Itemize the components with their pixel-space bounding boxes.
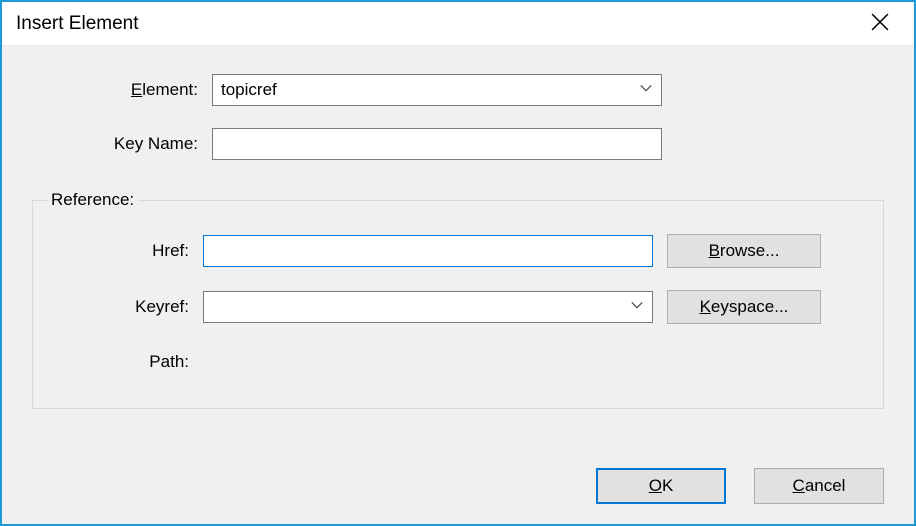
ok-button[interactable]: OK bbox=[596, 468, 726, 504]
titlebar: Insert Element bbox=[2, 2, 914, 46]
href-row: Href: Browse... bbox=[43, 234, 863, 268]
keyref-label: Keyref: bbox=[43, 297, 203, 317]
keyref-combo[interactable] bbox=[203, 291, 653, 323]
browse-button[interactable]: Browse... bbox=[667, 234, 821, 268]
keyref-row: Keyref: Keyspace... bbox=[43, 290, 863, 324]
path-value bbox=[203, 346, 653, 378]
reference-legend: Reference: bbox=[47, 190, 138, 210]
cancel-button[interactable]: Cancel bbox=[754, 468, 884, 504]
keyname-row: Key Name: bbox=[32, 128, 884, 160]
href-input[interactable] bbox=[203, 235, 653, 267]
keyname-input[interactable] bbox=[212, 128, 662, 160]
reference-group: Reference: Href: Browse... Keyref: Keysp… bbox=[32, 190, 884, 409]
keyspace-button[interactable]: Keyspace... bbox=[667, 290, 821, 324]
path-row: Path: bbox=[43, 346, 863, 378]
chevron-down-icon bbox=[639, 80, 653, 100]
close-button[interactable] bbox=[860, 4, 900, 44]
close-icon bbox=[871, 13, 889, 35]
path-label: Path: bbox=[43, 352, 203, 372]
chevron-down-icon bbox=[630, 297, 644, 317]
dialog-window: Insert Element Element: topicref Key Nam… bbox=[0, 0, 916, 526]
element-row: Element: topicref bbox=[32, 74, 884, 106]
href-label: Href: bbox=[43, 241, 203, 261]
dialog-button-row: OK Cancel bbox=[32, 444, 884, 504]
element-label: Element: bbox=[32, 80, 212, 100]
dialog-content: Element: topicref Key Name: Reference: H… bbox=[2, 46, 914, 524]
keyname-label: Key Name: bbox=[32, 134, 212, 154]
dialog-title: Insert Element bbox=[16, 13, 139, 35]
element-combo-value: topicref bbox=[221, 80, 277, 100]
element-combo[interactable]: topicref bbox=[212, 74, 662, 106]
